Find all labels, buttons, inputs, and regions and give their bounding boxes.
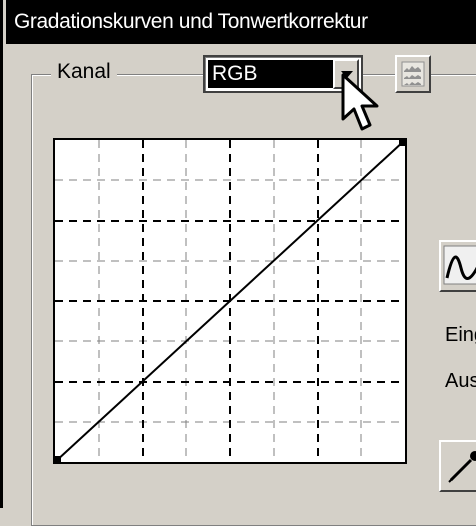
histogram-button[interactable] — [395, 55, 431, 93]
histogram-icon — [401, 61, 425, 87]
curve-point-end[interactable] — [399, 140, 405, 146]
title-bar[interactable]: Gradationskurven und Tonwertkorrektur — [6, 0, 476, 44]
eyedropper-button[interactable] — [439, 440, 476, 492]
output-label: Aus — [445, 370, 476, 392]
window-title: Gradationskurven und Tonwertkorrektur — [14, 10, 368, 33]
curve-tool-button[interactable] — [439, 240, 476, 292]
input-label: Eing — [445, 324, 476, 346]
channel-selected-value: RGB — [208, 60, 333, 88]
curve-icon — [443, 245, 476, 285]
channel-select[interactable]: RGB — [203, 55, 363, 93]
curve-point-start[interactable] — [55, 456, 61, 462]
cursor-arrow-icon — [341, 73, 385, 142]
dialog-window: Gradationskurven und Tonwertkorrektur Ka… — [0, 0, 476, 526]
channel-label: Kanal — [51, 60, 117, 84]
eyedropper-icon — [448, 451, 476, 483]
tone-curve-graph[interactable] — [53, 138, 407, 464]
tone-curve-canvas — [55, 140, 405, 462]
